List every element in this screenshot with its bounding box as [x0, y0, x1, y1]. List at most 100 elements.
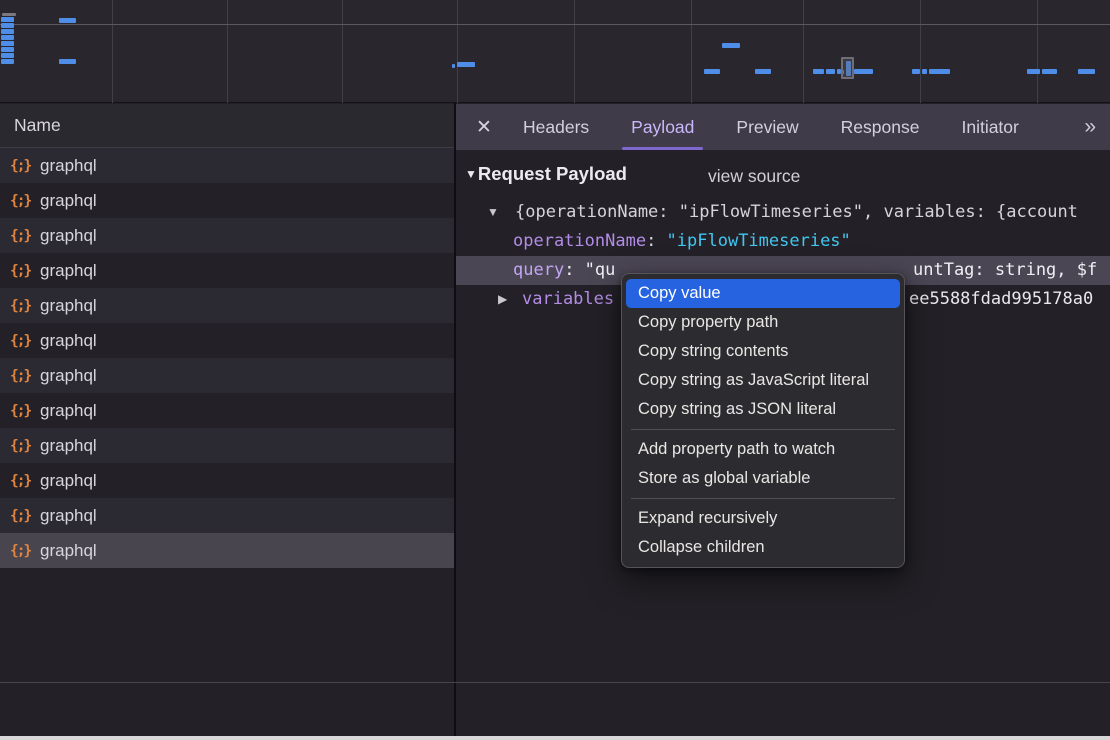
network-request-row[interactable]: {;}graphql — [0, 463, 454, 498]
request-name-label: graphql — [40, 506, 97, 526]
tab-payload[interactable]: Payload — [610, 104, 715, 150]
network-request-row[interactable]: {;}graphql — [0, 253, 454, 288]
column-header-name-label: Name — [14, 115, 61, 135]
detail-tabs: HeadersPayloadPreviewResponseInitiator — [502, 104, 1040, 150]
overview-gridline — [227, 0, 228, 103]
request-name-label: graphql — [40, 226, 97, 246]
footer-divider — [0, 682, 1110, 683]
payload-root-preview: {operationName: "ipFlowTimeseries", vari… — [515, 198, 1078, 227]
json-braces-icon: {;} — [10, 158, 40, 174]
menu-item-copy-string-as-javascript-literal[interactable]: Copy string as JavaScript literal — [622, 366, 904, 395]
json-braces-icon: {;} — [10, 228, 40, 244]
property-value-left: "qu — [585, 260, 616, 280]
overview-gridline — [457, 0, 458, 103]
key-colon: : — [564, 260, 584, 280]
json-braces-icon: {;} — [10, 438, 40, 454]
request-timing-bar — [1, 47, 14, 52]
request-timing-bar — [929, 69, 950, 74]
tab-preview[interactable]: Preview — [715, 104, 819, 150]
request-timing-bar — [813, 69, 824, 74]
tab-response[interactable]: Response — [820, 104, 941, 150]
overview-gridline — [574, 0, 575, 103]
json-braces-icon: {;} — [10, 333, 40, 349]
network-request-row[interactable]: {;}graphql — [0, 148, 454, 183]
property-key: variables — [522, 289, 614, 309]
menu-item-collapse-children[interactable]: Collapse children — [622, 533, 904, 562]
network-request-row[interactable]: {;}graphql — [0, 358, 454, 393]
network-request-list: {;}graphql{;}graphql{;}graphql{;}graphql… — [0, 148, 454, 568]
request-name-label: graphql — [40, 331, 97, 351]
more-tabs-icon[interactable]: » — [1084, 115, 1110, 139]
json-braces-icon: {;} — [10, 403, 40, 419]
property-key: operationName — [513, 231, 646, 251]
request-timing-bar — [826, 69, 835, 74]
menu-item-store-as-global-variable[interactable]: Store as global variable — [622, 464, 904, 493]
window-bottom-edge — [0, 736, 1110, 740]
network-request-row[interactable]: {;}graphql — [0, 393, 454, 428]
collapse-arrow-icon[interactable]: ▶ — [498, 285, 507, 314]
overview-gridline — [112, 0, 113, 103]
request-timing-bar — [452, 64, 455, 68]
menu-item-expand-recursively[interactable]: Expand recursively — [622, 504, 904, 533]
close-icon[interactable]: ✕ — [466, 116, 502, 139]
section-expand-icon: ▼ — [465, 167, 477, 181]
menu-item-copy-string-contents[interactable]: Copy string contents — [622, 337, 904, 366]
request-timing-bar — [755, 69, 771, 74]
menu-item-copy-value[interactable]: Copy value — [626, 279, 900, 308]
menu-item-copy-property-path[interactable]: Copy property path — [622, 308, 904, 337]
overview-gridline — [803, 0, 804, 103]
key-colon: : — [646, 231, 666, 251]
property-value-right: ee5588fdad995178a0 — [909, 285, 1093, 314]
request-name-label: graphql — [40, 401, 97, 421]
expand-arrow-icon[interactable]: ▼ — [487, 198, 499, 227]
network-overview-timeline[interactable] — [0, 0, 1110, 103]
network-request-row[interactable]: {;}graphql — [0, 183, 454, 218]
network-request-row[interactable]: {;}graphql — [0, 323, 454, 358]
json-braces-icon: {;} — [10, 298, 40, 314]
network-request-row[interactable]: {;}graphql — [0, 218, 454, 253]
tab-initiator[interactable]: Initiator — [940, 104, 1039, 150]
request-name-label: graphql — [40, 436, 97, 456]
tab-headers[interactable]: Headers — [502, 104, 610, 150]
json-braces-icon: {;} — [10, 473, 40, 489]
menu-item-add-property-path-to-watch[interactable]: Add property path to watch — [622, 435, 904, 464]
request-timing-bar — [704, 69, 720, 74]
request-name-label: graphql — [40, 296, 97, 316]
request-timing-bar — [912, 69, 920, 74]
request-timing-bar — [922, 69, 927, 74]
payload-root-row[interactable]: ▼ {operationName: "ipFlowTimeseries", va… — [456, 198, 1110, 227]
view-source-link[interactable]: view source — [708, 166, 800, 187]
network-request-row[interactable]: {;}graphql — [0, 288, 454, 323]
overview-gridline — [342, 0, 343, 103]
request-timing-bar — [59, 18, 76, 23]
request-timing-bar — [457, 62, 475, 67]
section-title: Request Payload — [478, 163, 627, 184]
menu-item-copy-string-as-json-literal[interactable]: Copy string as JSON literal — [622, 395, 904, 424]
network-request-row[interactable]: {;}graphql — [0, 533, 454, 568]
context-menu: Copy valueCopy property pathCopy string … — [621, 273, 905, 568]
request-payload-section-header[interactable]: ▼Request Payload — [465, 163, 627, 185]
overview-ruler-dash — [2, 13, 16, 16]
request-timing-bar — [1, 53, 14, 58]
request-timing-bar — [1078, 69, 1095, 74]
json-braces-icon: {;} — [10, 193, 40, 209]
request-timing-bar — [722, 43, 740, 48]
overview-gridline — [691, 0, 692, 103]
request-name-label: graphql — [40, 191, 97, 211]
request-timing-bar — [1, 35, 14, 40]
network-request-row[interactable]: {;}graphql — [0, 428, 454, 463]
request-timing-bar — [854, 69, 873, 74]
request-timing-bar — [1, 41, 14, 46]
menu-separator — [631, 429, 895, 430]
json-braces-icon: {;} — [10, 263, 40, 279]
property-key: query — [513, 260, 564, 280]
column-header-name[interactable]: Name — [0, 104, 454, 148]
detail-tab-bar: ✕ HeadersPayloadPreviewResponseInitiator… — [456, 104, 1110, 150]
request-timing-bar — [1, 23, 14, 28]
request-timing-bar — [59, 59, 76, 64]
json-braces-icon: {;} — [10, 543, 40, 559]
network-request-row[interactable]: {;}graphql — [0, 498, 454, 533]
overview-gridline — [920, 0, 921, 103]
payload-operation-name-row[interactable]: operationName: "ipFlowTimeseries" — [456, 227, 1110, 256]
request-timing-bar — [1042, 69, 1057, 74]
